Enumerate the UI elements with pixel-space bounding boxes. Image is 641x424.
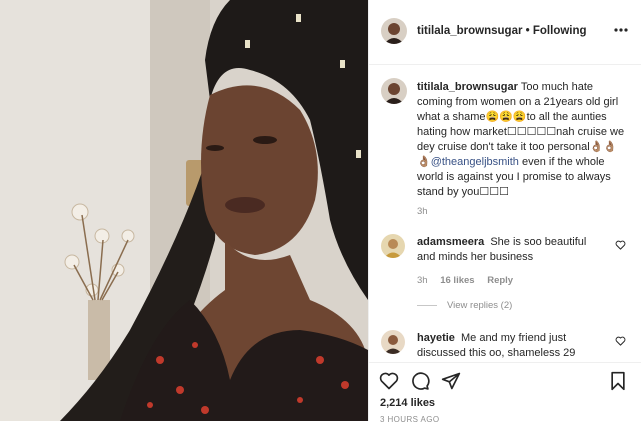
author-header: titilala_brownsugar • Following <box>417 25 587 37</box>
caption-text: Too much hate coming from women on a 21y… <box>417 81 625 168</box>
caption-author-avatar[interactable] <box>381 78 407 104</box>
comment-item: hayetie Me and my friend just discussed … <box>417 331 597 361</box>
commenter-avatar[interactable] <box>381 330 405 354</box>
comment-item: adamsmeera She is soo beautiful and mind… <box>417 235 597 265</box>
comment-like-heart-icon[interactable] <box>615 240 626 250</box>
comment-icon[interactable] <box>410 371 430 391</box>
bookmark-icon[interactable] <box>608 371 628 391</box>
caption-mention-link[interactable]: @theangeljbsmith <box>431 156 519 168</box>
post-details-panel: titilala_brownsugar • Following titilala… <box>368 0 641 424</box>
comment-username-link[interactable]: hayetie <box>417 332 455 344</box>
instagram-post-window: titilala_brownsugar • Following titilala… <box>0 0 641 424</box>
heart-icon[interactable] <box>379 371 399 391</box>
comment-likes-count[interactable]: 16 likes <box>440 275 474 286</box>
post-photo-illustration <box>0 0 368 421</box>
more-horizontal-icon[interactable] <box>613 27 629 33</box>
likes-count[interactable]: 2,214 likes <box>380 397 435 409</box>
comment-like-heart-icon[interactable] <box>615 336 626 346</box>
separator-dot: • <box>525 25 530 37</box>
following-button[interactable]: Following <box>533 25 587 37</box>
author-username-link[interactable]: titilala_brownsugar <box>417 25 522 37</box>
view-replies-label: View replies (2) <box>447 300 513 311</box>
post-photo[interactable] <box>0 0 368 421</box>
caption-timestamp[interactable]: 3h <box>417 206 428 217</box>
post-header: titilala_brownsugar • Following <box>369 0 641 65</box>
view-replies-button[interactable]: View replies (2) <box>417 300 512 311</box>
caption-username-link[interactable]: titilala_brownsugar <box>417 81 518 93</box>
post-timestamp[interactable]: 3 HOURS AGO <box>380 415 440 424</box>
send-icon[interactable] <box>441 371 461 391</box>
comment-username-link[interactable]: adamsmeera <box>417 236 484 248</box>
post-actions-bar: 2,214 likes 3 HOURS AGO <box>369 362 641 424</box>
comment-meta: 3h 16 likes Reply <box>417 275 523 286</box>
post-caption: titilala_brownsugar Too much hate coming … <box>417 80 625 200</box>
replies-divider-line <box>417 304 437 306</box>
comment-time[interactable]: 3h <box>417 275 428 286</box>
author-avatar[interactable] <box>381 18 407 44</box>
comment-reply-button[interactable]: Reply <box>487 275 513 286</box>
commenter-avatar[interactable] <box>381 234 405 258</box>
